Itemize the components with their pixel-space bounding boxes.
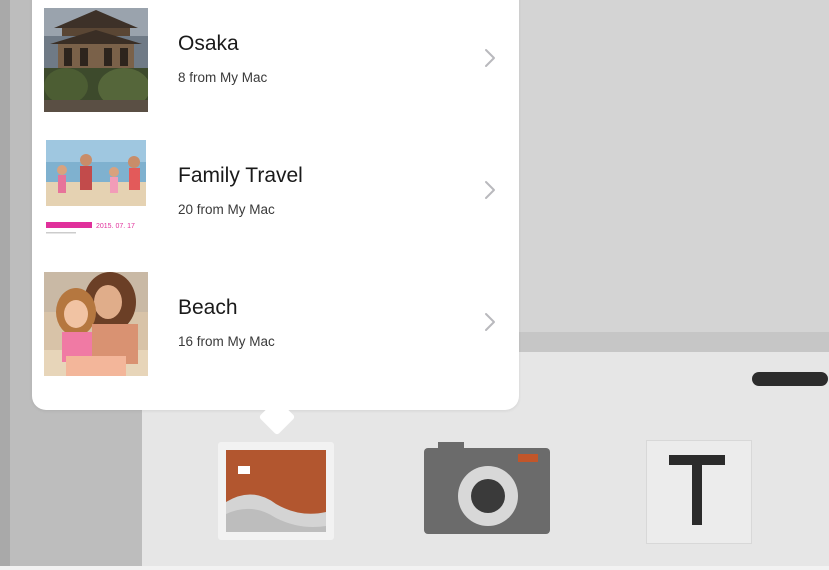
- bottom-strip: [0, 566, 829, 570]
- album-subtitle: 8 from My Mac: [178, 70, 268, 85]
- album-picker-popover: Osaka 8 from My Mac 2015. 07. 17 Family …: [32, 0, 519, 410]
- album-title: Osaka: [178, 32, 239, 55]
- album-item-beach[interactable]: Beach 16 from My Mac: [32, 264, 519, 396]
- drag-handle[interactable]: [752, 372, 828, 386]
- photos-icon: [226, 450, 326, 532]
- photos-button[interactable]: [218, 442, 334, 540]
- left-edge: [0, 0, 10, 570]
- album-subtitle: 16 from My Mac: [178, 334, 275, 349]
- svg-text:2015. 07. 17: 2015. 07. 17: [96, 223, 135, 230]
- chevron-right-icon: [485, 313, 495, 331]
- album-subtitle: 20 from My Mac: [178, 202, 275, 217]
- album-title: Family Travel: [178, 164, 303, 187]
- osaka-thumbnail: [44, 8, 148, 112]
- album-item-osaka[interactable]: Osaka 8 from My Mac: [32, 0, 519, 132]
- text-icon: [669, 455, 725, 525]
- camera-button[interactable]: [420, 438, 552, 538]
- chevron-right-icon: [485, 181, 495, 199]
- album-item-family-travel[interactable]: 2015. 07. 17 Family Travel 20 from My Ma…: [32, 132, 519, 264]
- album-list: Osaka 8 from My Mac 2015. 07. 17 Family …: [32, 0, 519, 396]
- family-travel-thumbnail: 2015. 07. 17: [44, 140, 148, 244]
- text-button[interactable]: [646, 440, 752, 544]
- camera-icon: [424, 442, 550, 534]
- album-title: Beach: [178, 296, 238, 319]
- chevron-right-icon: [485, 49, 495, 67]
- beach-thumbnail: [44, 272, 148, 376]
